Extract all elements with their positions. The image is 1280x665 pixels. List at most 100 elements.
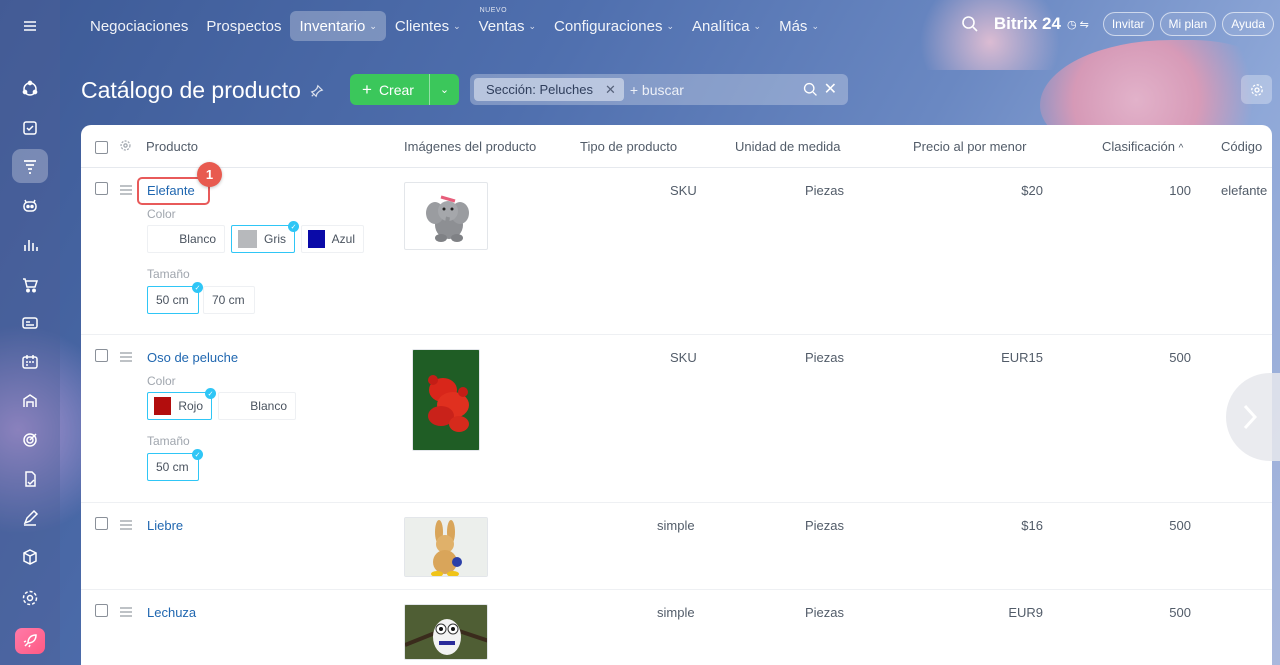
size-option-50cm[interactable]: 50 cm ✓ <box>147 449 203 481</box>
filter-search-box[interactable]: Sección: Peluches ✕ ✕ <box>470 74 848 105</box>
size-option-70cm[interactable]: 70 cm <box>203 286 255 314</box>
contact-card-icon[interactable] <box>12 306 48 340</box>
row-checkbox[interactable] <box>95 604 108 617</box>
top-right-tools: Bitrix 24 ◷ ⇋ Invitar Mi plan Ayuda <box>960 12 1280 36</box>
sort-asc-icon: ^ <box>1178 143 1184 154</box>
step-badge: 1 <box>197 162 222 187</box>
chevron-down-icon: ⌄ <box>528 20 537 31</box>
pen-icon[interactable] <box>12 501 48 535</box>
rank: 500 <box>1169 350 1191 365</box>
brand-logo[interactable]: Bitrix 24 <box>994 14 1061 34</box>
col-tipo[interactable]: Tipo de producto <box>580 139 677 154</box>
clear-icon[interactable]: ✕ <box>824 79 837 99</box>
product-image-liebre[interactable] <box>404 517 488 577</box>
product-name-link[interactable]: Liebre <box>147 518 183 533</box>
copilot-icon[interactable] <box>12 189 48 223</box>
chevron-down-icon[interactable]: ⌄ <box>430 83 459 96</box>
nav-configuraciones[interactable]: Configuraciones ⌄ <box>545 11 683 41</box>
target-icon[interactable] <box>12 423 48 457</box>
color-label: Color <box>147 207 176 221</box>
row-checkbox[interactable] <box>95 349 108 362</box>
color-option-azul[interactable]: Azul <box>301 225 364 253</box>
col-precio[interactable]: Precio al por menor <box>913 139 1026 154</box>
col-clasificacion[interactable]: Clasificación ^ <box>1102 139 1183 154</box>
color-option-rojo[interactable]: Rojo ✓ <box>147 388 216 420</box>
tasks-icon[interactable] <box>12 111 48 145</box>
table-row[interactable]: Elefante Color Blanco Gris ✓ Azul Tamaño … <box>81 168 1272 335</box>
col-unidad[interactable]: Unidad de medida <box>735 139 841 154</box>
product-table: Producto Imágenes del producto Tipo de p… <box>81 125 1272 665</box>
help-button[interactable]: Ayuda <box>1222 12 1274 36</box>
col-producto[interactable]: Producto <box>146 139 198 154</box>
pin-icon[interactable] <box>310 84 324 98</box>
page-settings-button[interactable] <box>1241 75 1272 104</box>
nav-analitica[interactable]: Analítica ⌄ <box>683 11 770 41</box>
nav-clientes[interactable]: Clientes ⌄ <box>386 11 470 41</box>
nav-inventario[interactable]: Inventario ⌄ <box>290 11 386 41</box>
nav-label: Ventas <box>478 17 525 35</box>
product-type: SKU <box>670 183 697 198</box>
col-imagenes[interactable]: Imágenes del producto <box>404 139 536 154</box>
search-input[interactable] <box>629 81 790 98</box>
remove-filter-icon[interactable]: ✕ <box>605 82 616 98</box>
product-image-elefante[interactable] <box>404 182 488 250</box>
color-swatch <box>308 230 325 248</box>
product-name-link[interactable]: Lechuza <box>147 605 196 620</box>
cart-icon[interactable] <box>12 268 48 302</box>
crm-funnel-icon[interactable] <box>12 149 48 183</box>
row-checkbox[interactable] <box>95 182 108 195</box>
product-name-link[interactable]: Oso de peluche <box>147 350 238 365</box>
filter-chip[interactable]: Sección: Peluches ✕ <box>474 78 624 101</box>
store-icon[interactable] <box>12 384 48 418</box>
table-row[interactable]: Liebre simple Piezas $16 500 <box>81 503 1272 590</box>
col-codigo[interactable]: Código <box>1221 139 1262 154</box>
drag-handle-icon[interactable] <box>120 607 132 617</box>
size-option-50cm[interactable]: 50 cm ✓ <box>147 282 203 314</box>
unit: Piezas <box>805 518 845 533</box>
drag-handle-icon[interactable] <box>120 520 132 530</box>
gear-icon <box>1250 83 1263 96</box>
select-all-checkbox[interactable] <box>95 141 108 154</box>
unit: Piezas <box>805 350 845 365</box>
chevron-down-icon: ⌄ <box>453 20 461 31</box>
bunny-image <box>405 518 487 576</box>
create-button[interactable]: + Crear ⌄ <box>350 74 459 105</box>
option-label: Gris <box>264 232 286 246</box>
table-row[interactable]: Oso de peluche Color Rojo ✓ Blanco Tamaño… <box>81 335 1272 503</box>
drag-handle-icon[interactable] <box>120 352 132 362</box>
rocket-icon[interactable] <box>15 628 45 654</box>
nav-mas[interactable]: Más ⌄ <box>770 11 828 41</box>
unit: Piezas <box>805 605 845 620</box>
price: $16 <box>1021 518 1043 533</box>
create-button-main[interactable]: + Crear <box>350 74 430 105</box>
color-option-blanco[interactable]: Blanco <box>218 392 296 420</box>
nav-ventas[interactable]: NUEVO Ventas ⌄ <box>470 7 545 41</box>
product-image-oso[interactable] <box>412 349 480 451</box>
check-icon: ✓ <box>192 449 203 460</box>
analytics-icon[interactable] <box>12 228 48 262</box>
color-option-blanco[interactable]: Blanco <box>147 225 225 253</box>
settings-icon[interactable] <box>12 581 48 615</box>
row-checkbox[interactable] <box>95 517 108 530</box>
my-plan-button[interactable]: Mi plan <box>1159 12 1217 36</box>
teddy-bear-image <box>413 350 479 450</box>
unit: Piezas <box>805 183 845 198</box>
color-option-gris[interactable]: Gris ✓ <box>231 221 299 253</box>
nav-negociaciones[interactable]: Negociaciones <box>81 11 197 41</box>
drag-handle-icon[interactable] <box>120 185 132 195</box>
search-icon[interactable] <box>960 14 980 34</box>
invite-button[interactable]: Invitar <box>1102 12 1154 36</box>
menu-icon[interactable] <box>12 9 48 43</box>
gear-icon[interactable] <box>119 139 132 152</box>
activity-icon[interactable] <box>12 72 48 106</box>
document-sign-icon[interactable] <box>12 462 48 496</box>
table-row[interactable]: Lechuza simple Piezas EUR9 500 <box>81 590 1272 665</box>
package-icon[interactable] <box>12 540 48 574</box>
nav-prospectos[interactable]: Prospectos <box>197 11 290 41</box>
calendar-icon[interactable] <box>12 345 48 379</box>
nav-label: Inventario <box>299 17 366 35</box>
nav-label: Analítica <box>692 17 750 35</box>
product-image-lechuza[interactable] <box>404 604 488 660</box>
search-icon[interactable] <box>802 81 819 98</box>
price: $20 <box>1021 183 1043 198</box>
